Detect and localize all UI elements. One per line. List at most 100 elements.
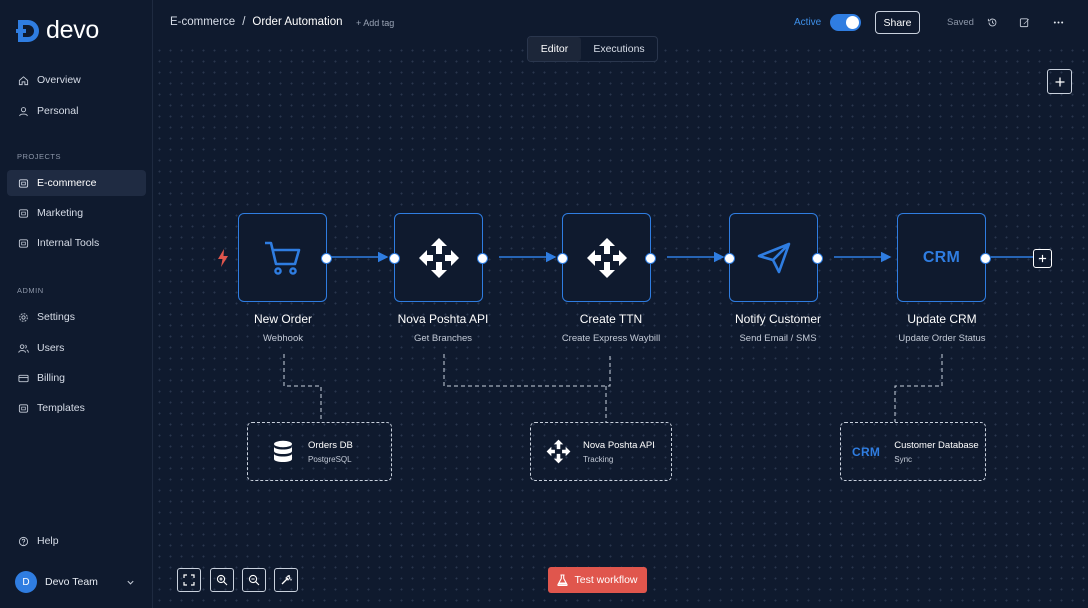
sidebar-item-label: E-commerce xyxy=(37,177,97,189)
sidebar-item-settings[interactable]: Settings xyxy=(7,304,146,330)
paper-plane-icon xyxy=(757,242,790,273)
folder-icon xyxy=(18,238,29,248)
output-port[interactable] xyxy=(321,253,332,264)
home-icon xyxy=(18,75,29,85)
test-workflow-label: Test workflow xyxy=(574,574,638,586)
chevron-down-icon xyxy=(127,580,134,585)
plus-icon xyxy=(1038,254,1047,263)
sidebar-item-billing[interactable]: Billing xyxy=(7,365,146,391)
section-label-admin: ADMIN xyxy=(17,286,44,295)
template-icon xyxy=(18,403,29,413)
nova-poshta-icon xyxy=(418,237,459,278)
zoom-in-button[interactable] xyxy=(210,568,234,592)
sidebar-item-label: Overview xyxy=(37,74,81,86)
section-label-projects: PROJECTS xyxy=(17,152,62,161)
database-icon xyxy=(274,440,292,462)
node-subtitle: Webhook xyxy=(263,333,303,344)
sidebar-item-users[interactable]: Users xyxy=(7,335,146,361)
card-icon xyxy=(18,374,29,382)
share-button[interactable]: Share xyxy=(875,11,920,34)
user-icon xyxy=(19,106,28,116)
node-subtitle: Send Email / SMS xyxy=(739,333,817,344)
node-new-order[interactable] xyxy=(238,213,332,302)
nova-poshta-icon xyxy=(546,439,571,464)
crm-icon: CRM xyxy=(922,248,961,266)
sidebar-item-help[interactable]: Help xyxy=(7,528,146,554)
output-port[interactable] xyxy=(812,253,823,264)
crm-icon: CRM xyxy=(852,444,881,459)
output-port[interactable] xyxy=(645,253,656,264)
sidebar-item-templates[interactable]: Templates xyxy=(7,395,146,421)
sub-node-orders-db[interactable]: Orders DB PostgreSQL xyxy=(247,422,392,481)
logo[interactable]: devo xyxy=(16,16,99,45)
users-icon xyxy=(18,343,29,353)
edit-icon[interactable] xyxy=(1019,17,1030,28)
folder-icon xyxy=(18,178,29,188)
output-port[interactable] xyxy=(477,253,488,264)
zoom-in-icon xyxy=(216,574,228,586)
sub-node-title: Customer Database xyxy=(894,439,979,451)
fullscreen-icon xyxy=(183,574,195,586)
sidebar-item-ecommerce[interactable]: E-commerce xyxy=(7,170,146,196)
sidebar-item-label: Users xyxy=(37,342,65,354)
sub-node-subtitle: PostgreSQL xyxy=(308,454,352,464)
sub-node-nova-poshta-tracking[interactable]: Nova Poshta API Tracking xyxy=(530,422,672,481)
node-notify-customer[interactable] xyxy=(724,213,823,302)
input-port[interactable] xyxy=(557,253,568,264)
active-toggle[interactable] xyxy=(830,14,861,31)
sidebar-item-label: Templates xyxy=(37,402,85,414)
node-title: Create TTN xyxy=(579,312,643,326)
sidebar-item-personal[interactable]: Personal xyxy=(7,98,146,124)
workflow-canvas[interactable]: Editor Executions CRM New Order Webhook … xyxy=(154,36,1088,608)
test-workflow-button[interactable]: Test workflow xyxy=(548,567,647,593)
sidebar-item-label: Internal Tools xyxy=(37,237,100,249)
active-label: Active xyxy=(794,17,822,28)
tidy-up-button[interactable] xyxy=(274,568,298,592)
team-switcher[interactable]: D Devo Team xyxy=(15,571,135,593)
fit-view-button[interactable] xyxy=(177,568,201,592)
team-name: Devo Team xyxy=(45,576,98,588)
gear-icon xyxy=(19,312,28,322)
sidebar-item-label: Billing xyxy=(37,372,66,384)
sub-node-customer-database[interactable]: CRM Customer Database Sync xyxy=(840,422,986,481)
flask-icon xyxy=(557,574,569,586)
sub-node-lines xyxy=(283,354,943,422)
zoom-out-button[interactable] xyxy=(242,568,266,592)
breadcrumb: E-commerce / Order Automation xyxy=(170,16,343,28)
sidebar-item-overview[interactable]: Overview xyxy=(7,67,146,93)
sub-node-subtitle: Tracking xyxy=(583,454,614,464)
output-port[interactable] xyxy=(980,253,991,264)
sidebar-item-internal-tools[interactable]: Internal Tools xyxy=(7,230,146,256)
sidebar-item-label: Settings xyxy=(37,311,75,323)
trigger-bolt-icon xyxy=(218,249,228,267)
node-title: Notify Customer xyxy=(734,312,822,326)
history-icon[interactable] xyxy=(987,17,998,28)
more-icon[interactable] xyxy=(1053,17,1064,28)
sub-node-subtitle: Sync xyxy=(894,454,913,464)
folder-icon xyxy=(18,208,29,218)
sidebar-item-label: Personal xyxy=(37,105,79,117)
breadcrumb-parent[interactable]: E-commerce xyxy=(170,16,235,28)
sidebar-item-marketing[interactable]: Marketing xyxy=(7,200,146,226)
node-create-ttn[interactable] xyxy=(557,213,656,302)
workflow-title[interactable]: Order Automation xyxy=(252,16,342,28)
sidebar-item-label: Marketing xyxy=(37,207,84,219)
add-tag-button[interactable]: + Add tag xyxy=(356,18,394,28)
brand-name: devo xyxy=(46,16,100,44)
node-subtitle: Update Order Status xyxy=(898,333,986,344)
input-port[interactable] xyxy=(389,253,400,264)
input-port[interactable] xyxy=(724,253,735,264)
avatar: D xyxy=(15,571,37,593)
nova-poshta-icon xyxy=(586,237,627,278)
node-title: Nova Poshta API xyxy=(397,312,489,326)
node-title: Update CRM xyxy=(907,312,977,326)
node-nova-poshta-api[interactable] xyxy=(389,213,488,302)
cart-icon xyxy=(264,241,300,275)
sidebar: devo Overview Personal PROJECTS E-commer… xyxy=(0,0,153,608)
sidebar-item-label: Help xyxy=(37,535,59,547)
add-step-button[interactable] xyxy=(1033,249,1052,268)
node-title: New Order xyxy=(253,312,312,326)
zoom-out-icon xyxy=(248,574,260,586)
node-update-crm[interactable]: CRM xyxy=(897,213,991,302)
saved-status: Saved xyxy=(947,17,974,28)
